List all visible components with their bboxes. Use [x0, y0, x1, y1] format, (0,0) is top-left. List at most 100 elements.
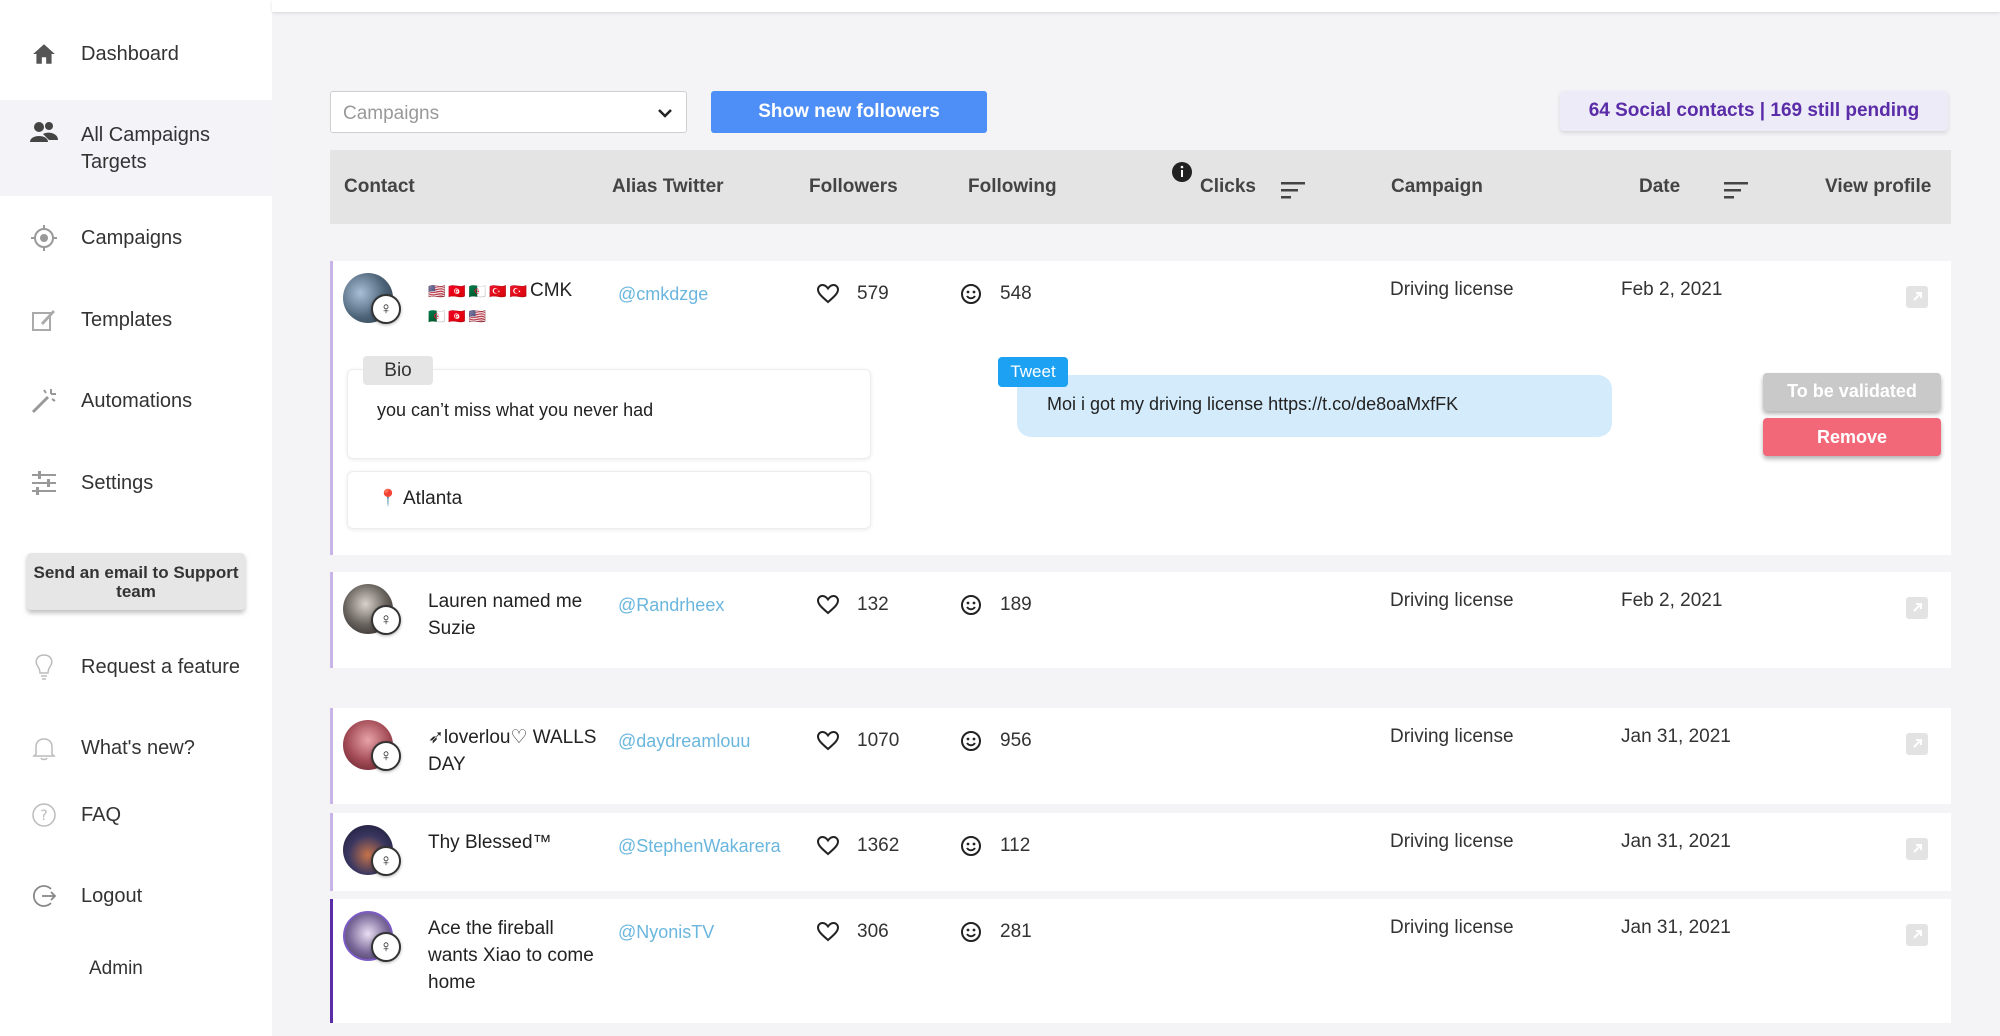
campaign-name: Driving license [1390, 726, 1514, 747]
contact-name: Ace the fireball wants Xiao to come home [428, 918, 594, 993]
column-header-followers: Followers [809, 176, 898, 197]
twitter-alias-link[interactable]: @NyonisTV [618, 922, 714, 943]
external-link-icon[interactable] [1906, 924, 1928, 946]
sidebar-item-dashboard[interactable]: Dashboard [0, 34, 272, 74]
table-row[interactable]: ♀ 🇺🇸🇹🇳🇩🇿🇹🇷🇹🇷🇩🇿🇹🇳🇺🇸 CMK @cmkdzge 579 548 … [330, 261, 1951, 555]
heart-icon [817, 922, 839, 942]
female-gender-icon: ♀ [371, 932, 401, 962]
campaign-select[interactable]: Campaigns [330, 91, 687, 133]
bio-label: Bio [363, 356, 433, 385]
sidebar: Dashboard All Campaigns Targets Campaign… [0, 0, 272, 1036]
female-gender-icon: ♀ [371, 741, 401, 771]
sidebar-item-label: All Campaigns Targets [81, 124, 210, 173]
contacts-summary-badge: 64 Social contacts | 169 still pending [1560, 91, 1948, 131]
remove-button[interactable]: Remove [1763, 418, 1941, 456]
support-email-button[interactable]: Send an email to Support team [27, 553, 245, 610]
smiley-icon [961, 922, 981, 942]
contact-date: Feb 2, 2021 [1621, 279, 1723, 300]
sidebar-item-faq[interactable]: ? FAQ [0, 795, 272, 835]
sidebar-item-logout[interactable]: Logout [0, 876, 272, 916]
smiley-icon [961, 284, 981, 304]
followers-value: 1362 [857, 835, 900, 856]
info-icon[interactable] [1172, 162, 1192, 182]
chevron-down-icon [656, 104, 674, 122]
bell-icon [30, 734, 58, 762]
sidebar-item-label: Request a feature [81, 655, 240, 678]
following-count: 548 [960, 283, 1032, 305]
table-header: Contact Alias Twitter Followers Followin… [330, 150, 1951, 224]
home-icon [30, 40, 58, 68]
column-header-clicks[interactable]: Clicks [1200, 176, 1256, 198]
top-bar [272, 0, 2000, 12]
following-count: 112 [960, 835, 1030, 857]
logout-icon [30, 882, 58, 910]
heart-icon [817, 284, 839, 304]
magic-wand-icon [30, 387, 58, 415]
followers-count: 1070 [817, 730, 899, 752]
location-text: Atlanta [403, 488, 463, 509]
following-count: 189 [960, 594, 1032, 616]
sidebar-item-label: FAQ [81, 803, 122, 826]
female-gender-icon: ♀ [371, 294, 401, 324]
sidebar-item-request-feature[interactable]: Request a feature [0, 647, 272, 687]
followers-value: 132 [857, 594, 889, 615]
external-link-icon[interactable] [1906, 733, 1928, 755]
column-header-view-profile: View profile [1825, 176, 1932, 197]
external-link-icon[interactable] [1906, 838, 1928, 860]
sidebar-item-label: Campaigns [81, 226, 183, 249]
edit-icon [30, 306, 58, 334]
twitter-alias-link[interactable]: @cmkdzge [618, 284, 708, 305]
twitter-alias-link[interactable]: @StephenWakarera [618, 836, 781, 857]
contact-date: Jan 31, 2021 [1621, 831, 1731, 852]
current-user-label: Admin [89, 958, 143, 979]
campaign-select-placeholder: Campaigns [343, 103, 440, 124]
sidebar-item-label: Dashboard [81, 42, 179, 65]
following-value: 548 [1000, 283, 1032, 304]
table-row[interactable]: ♀ Ace the fireball wants Xiao to come ho… [330, 899, 1951, 1023]
followers-value: 306 [857, 921, 889, 942]
followers-count: 579 [817, 283, 889, 305]
sidebar-item-label: What's new? [81, 736, 195, 759]
column-header-contact: Contact [344, 176, 415, 197]
sidebar-item-campaigns[interactable]: Campaigns [0, 218, 272, 258]
location-pin-icon: 📍 [378, 490, 398, 507]
twitter-alias-link[interactable]: @daydreamlouu [618, 731, 750, 752]
external-link-icon[interactable] [1906, 597, 1928, 619]
table-row[interactable]: ♀ ➶loverlou♡ WALLS DAY @daydreamlouu 107… [330, 708, 1951, 804]
sidebar-item-label: Logout [81, 884, 143, 907]
contact-name: Lauren named me Suzie [428, 591, 583, 639]
sidebar-item-automations[interactable]: Automations [0, 381, 272, 421]
smiley-icon [961, 595, 981, 615]
contact-flags: 🇺🇸🇹🇳🇩🇿🇹🇷🇹🇷🇩🇿🇹🇳🇺🇸 [428, 283, 531, 324]
table-row[interactable]: ♀ Lauren named me Suzie @Randrheex 132 1… [330, 572, 1951, 668]
target-icon [30, 224, 58, 252]
lightbulb-icon [30, 653, 58, 681]
external-link-icon[interactable] [1906, 286, 1928, 308]
following-value: 112 [1000, 835, 1031, 856]
table-row[interactable]: ♀ Thy Blessed™ @StephenWakarera 1362 112… [330, 813, 1951, 891]
contact-date: Jan 31, 2021 [1621, 726, 1731, 747]
tweet-label: Tweet [998, 357, 1068, 387]
sort-clicks-icon[interactable] [1281, 180, 1307, 200]
followers-value: 579 [857, 283, 889, 304]
show-new-followers-button[interactable]: Show new followers [711, 91, 987, 133]
sidebar-item-label: Automations [81, 389, 193, 412]
contact-name: ➶loverlou♡ WALLS DAY [428, 727, 597, 775]
users-icon [30, 118, 58, 146]
campaign-name: Driving license [1390, 831, 1514, 852]
sidebar-item-whats-new[interactable]: What's new? [0, 728, 272, 768]
contact-date: Feb 2, 2021 [1621, 590, 1723, 611]
following-count: 281 [960, 921, 1032, 943]
contact-date: Jan 31, 2021 [1621, 917, 1731, 938]
twitter-alias-link[interactable]: @Randrheex [618, 595, 724, 616]
campaign-name: Driving license [1390, 279, 1514, 300]
sort-date-icon[interactable] [1724, 180, 1750, 200]
following-value: 189 [1000, 594, 1032, 615]
campaign-name: Driving license [1390, 590, 1514, 611]
sliders-icon [30, 469, 58, 497]
column-header-date[interactable]: Date [1639, 176, 1680, 198]
to-be-validated-button[interactable]: To be validated [1763, 373, 1941, 411]
sidebar-item-all-campaigns-targets[interactable]: All Campaigns Targets [0, 100, 272, 196]
sidebar-item-templates[interactable]: Templates [0, 300, 272, 340]
sidebar-item-settings[interactable]: Settings [0, 463, 272, 503]
